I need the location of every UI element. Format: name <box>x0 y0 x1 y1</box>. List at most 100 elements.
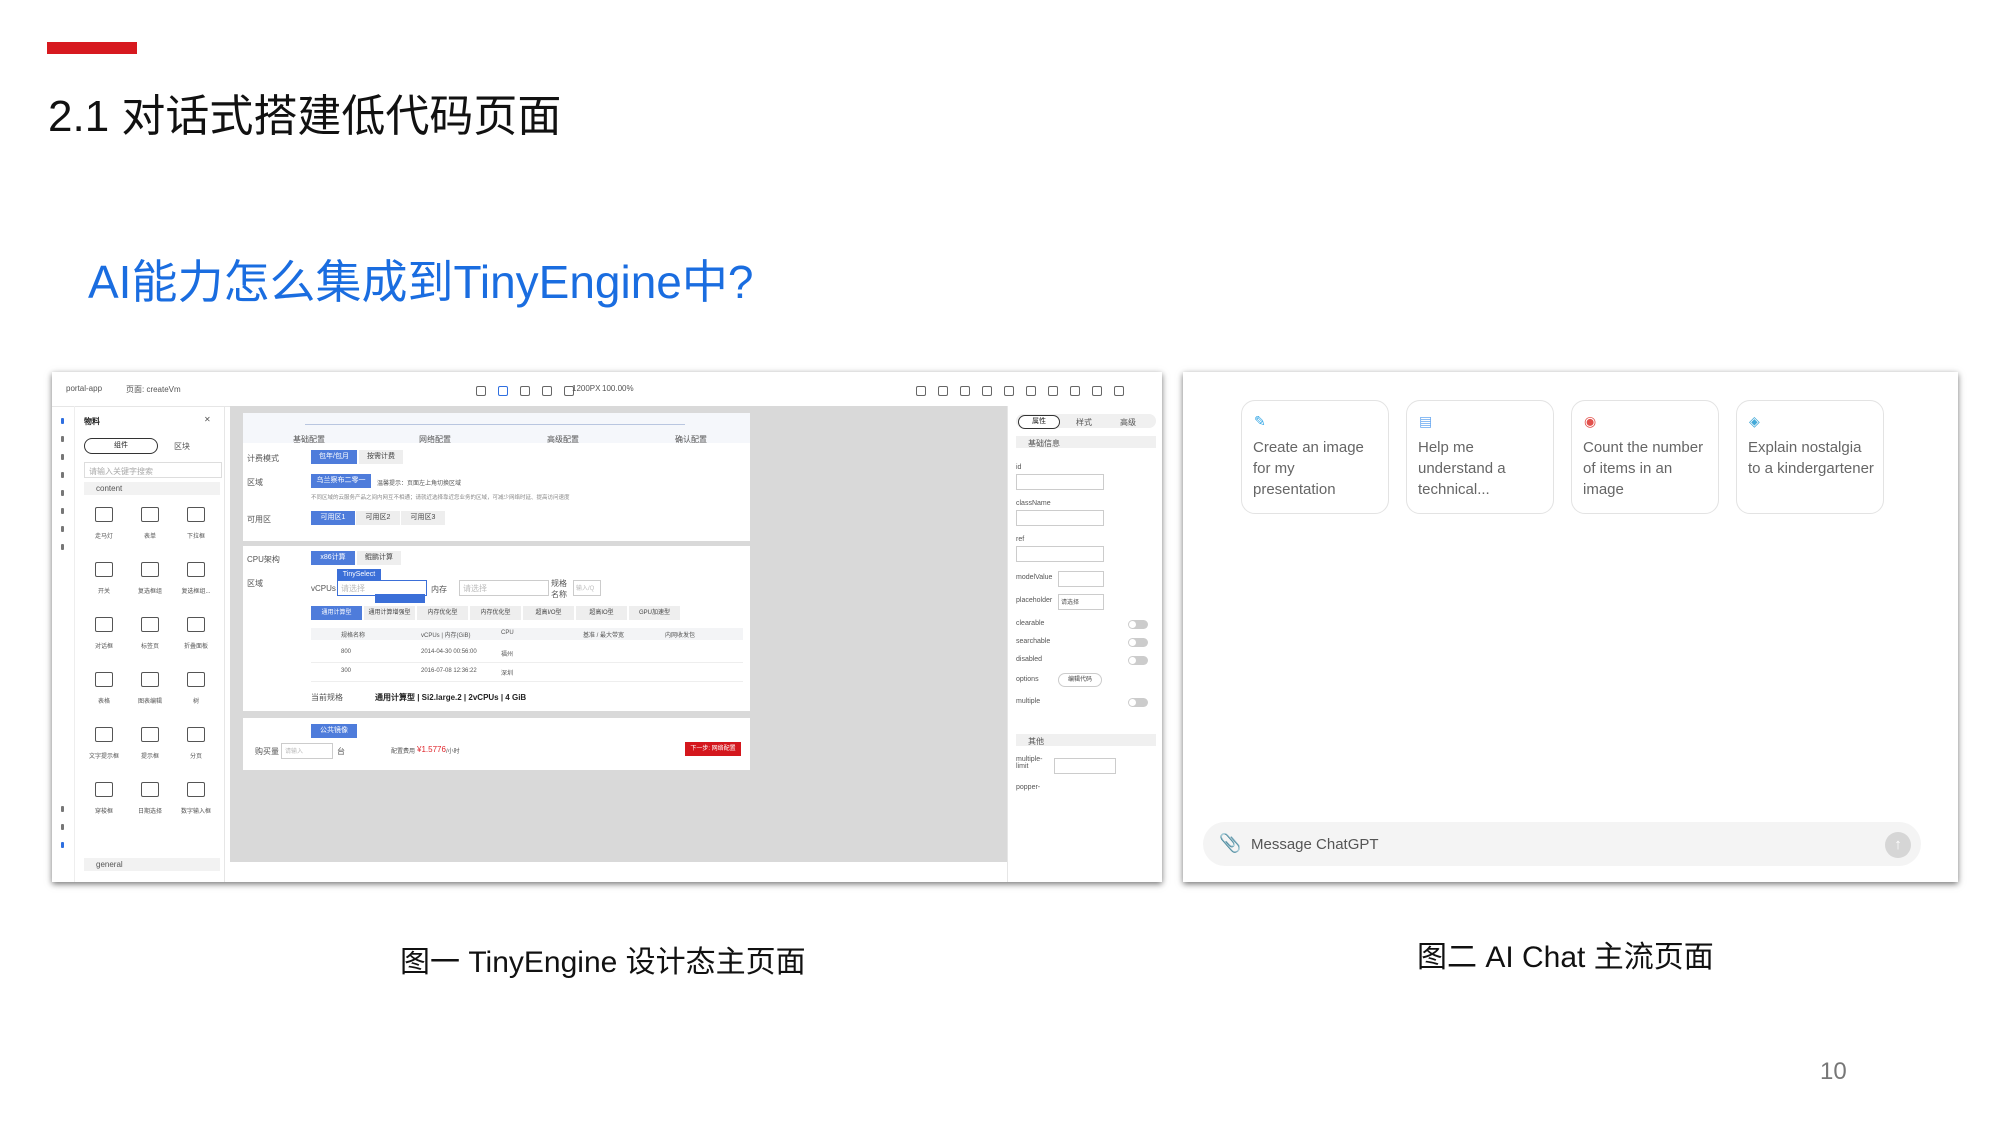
table-row[interactable]: 300 2016-07-08 12:36:22 深圳 <box>311 663 743 682</box>
component-item[interactable]: 图表编辑 <box>130 666 170 712</box>
device-switcher[interactable] <box>470 383 580 401</box>
tutorial-icon[interactable] <box>61 824 64 830</box>
message-input[interactable]: Message ChatGPT <box>1251 836 1379 853</box>
instance-tab[interactable]: 内存优化型 <box>417 606 468 620</box>
component-actions[interactable] <box>375 594 425 603</box>
download-icon[interactable] <box>1004 386 1014 396</box>
component-item[interactable]: 走马灯 <box>84 501 124 547</box>
options-edit-button[interactable]: 编辑代码 <box>1058 673 1102 687</box>
component-item[interactable]: 数字输入框 <box>176 776 216 822</box>
materials-icon[interactable] <box>61 418 64 424</box>
zone-2-button[interactable]: 可用区2 <box>356 511 400 525</box>
paperclip-icon[interactable]: 📎 <box>1219 833 1241 854</box>
toolbar-actions[interactable] <box>910 383 1130 401</box>
table-row[interactable]: 800 2014-04-30 00:56:00 福州 <box>311 644 743 663</box>
group-content[interactable]: content <box>84 482 220 495</box>
edit-icon[interactable] <box>938 386 948 396</box>
instance-tab[interactable]: GPU加速型 <box>629 606 680 620</box>
component-item[interactable]: 折叠面板 <box>176 611 216 657</box>
help-icon[interactable] <box>61 806 64 812</box>
tablet-icon[interactable] <box>520 386 530 396</box>
region-button[interactable]: 乌兰察布二零一 <box>311 474 371 488</box>
preview-icon[interactable] <box>1026 386 1036 396</box>
instance-tab[interactable]: 通用计算型 <box>311 606 362 620</box>
component-item[interactable]: 复选框组... <box>176 556 216 602</box>
design-canvas[interactable]: 基础配置 网络配置 高级配置 确认配置 计费模式 包年/包月 按需计费 区域 乌… <box>230 406 1042 862</box>
section-other[interactable]: 其他 <box>1016 734 1156 746</box>
suggestion-card[interactable]: ▤ Help me understand a technical... <box>1406 400 1554 514</box>
billing-monthly-button[interactable]: 包年/包月 <box>311 450 357 464</box>
instance-tab[interactable]: 超高IO型 <box>576 606 627 620</box>
component-item[interactable]: 日期选择 <box>130 776 170 822</box>
user-icon[interactable] <box>916 386 926 396</box>
send-arrow-icon[interactable]: ↑ <box>1885 832 1911 858</box>
public-image-button[interactable]: 公共镜像 <box>311 724 357 738</box>
instance-tab[interactable]: 通用计算增强型 <box>364 606 415 620</box>
tablet-landscape-icon[interactable] <box>542 386 552 396</box>
buy-input[interactable]: 请输入 <box>281 743 333 759</box>
prop-placeholder-input[interactable]: 请选择 <box>1058 594 1104 610</box>
prop-ref-input[interactable] <box>1016 546 1104 562</box>
tab-props[interactable]: 属性 <box>1018 415 1060 429</box>
component-item[interactable]: 对话框 <box>84 611 124 657</box>
cpu-kunpeng-button[interactable]: 鲲鹏计算 <box>357 551 401 565</box>
component-item[interactable]: 分页 <box>176 721 216 767</box>
bridge-icon[interactable] <box>61 508 64 514</box>
blocks-icon[interactable] <box>61 472 64 478</box>
laptop-icon[interactable] <box>498 386 508 396</box>
mem-select[interactable]: 请选择 <box>459 580 549 596</box>
component-item[interactable]: 表单 <box>130 501 170 547</box>
component-item[interactable]: 表格 <box>84 666 124 712</box>
tree-icon[interactable] <box>61 436 64 442</box>
cpu-x86-button[interactable]: x86计算 <box>311 551 355 565</box>
refresh-icon[interactable] <box>960 386 970 396</box>
spec-input[interactable]: 输入/Q <box>573 580 601 596</box>
tab-components[interactable]: 组件 <box>84 438 158 454</box>
component-item[interactable]: 树 <box>176 666 216 712</box>
search-input[interactable]: 请输入关键字搜索 <box>84 462 222 478</box>
settings-icon[interactable] <box>1114 386 1124 396</box>
next-step-button[interactable]: 下一步: 网络配置 <box>685 742 741 756</box>
zone-3-button[interactable]: 可用区3 <box>401 511 445 525</box>
component-item[interactable]: 复选框组 <box>130 556 170 602</box>
datasource-icon[interactable] <box>61 490 64 496</box>
zone-1-button[interactable]: 可用区1 <box>311 511 355 525</box>
message-composer[interactable]: 📎 Message ChatGPT ↑ <box>1203 822 1921 866</box>
desktop-icon[interactable] <box>476 386 486 396</box>
suggestion-card[interactable]: ◈ Explain nostalgia to a kindergartener <box>1736 400 1884 514</box>
page-name[interactable]: 页面: createVm <box>126 384 181 395</box>
app-name[interactable]: portal-app <box>66 384 102 393</box>
prop-multiple-toggle[interactable] <box>1128 698 1148 707</box>
prop-modelvalue-input[interactable] <box>1058 571 1104 587</box>
component-item[interactable]: 下拉框 <box>176 501 216 547</box>
suggestion-card[interactable]: ✎ Create an image for my presentation <box>1241 400 1389 514</box>
undo-icon[interactable] <box>1048 386 1058 396</box>
section-basic[interactable]: 基础信息 <box>1016 436 1156 448</box>
i18n-icon[interactable] <box>61 526 64 532</box>
tab-advanced[interactable]: 高级 <box>1120 417 1136 428</box>
tab-style[interactable]: 样式 <box>1076 417 1092 428</box>
prop-disabled-toggle[interactable] <box>1128 656 1148 665</box>
multiple-limit-input[interactable] <box>1054 758 1116 774</box>
tab-blocks[interactable]: 区块 <box>174 441 190 452</box>
component-item[interactable]: 提示框 <box>130 721 170 767</box>
prop-searchable-toggle[interactable] <box>1128 638 1148 647</box>
instance-tab[interactable]: 内存优化型 <box>470 606 521 620</box>
prop-classname-input[interactable] <box>1016 510 1104 526</box>
suggestion-card[interactable]: ◉ Count the number of items in an image <box>1571 400 1719 514</box>
component-item[interactable]: 开关 <box>84 556 124 602</box>
component-item[interactable]: 穿梭框 <box>84 776 124 822</box>
robot-icon[interactable] <box>61 842 64 848</box>
pages-icon[interactable] <box>61 454 64 460</box>
lock-icon[interactable] <box>1092 386 1102 396</box>
script-icon[interactable] <box>61 544 64 550</box>
component-item[interactable]: 文字提示框 <box>84 721 124 767</box>
group-general[interactable]: general <box>84 858 220 871</box>
component-item[interactable]: 标签页 <box>130 611 170 657</box>
prop-id-input[interactable] <box>1016 474 1104 490</box>
prop-clearable-toggle[interactable] <box>1128 620 1148 629</box>
close-icon[interactable]: ✕ <box>204 415 211 424</box>
redo-icon[interactable] <box>1070 386 1080 396</box>
billing-ondemand-button[interactable]: 按需计费 <box>359 450 403 464</box>
save-icon[interactable] <box>982 386 992 396</box>
